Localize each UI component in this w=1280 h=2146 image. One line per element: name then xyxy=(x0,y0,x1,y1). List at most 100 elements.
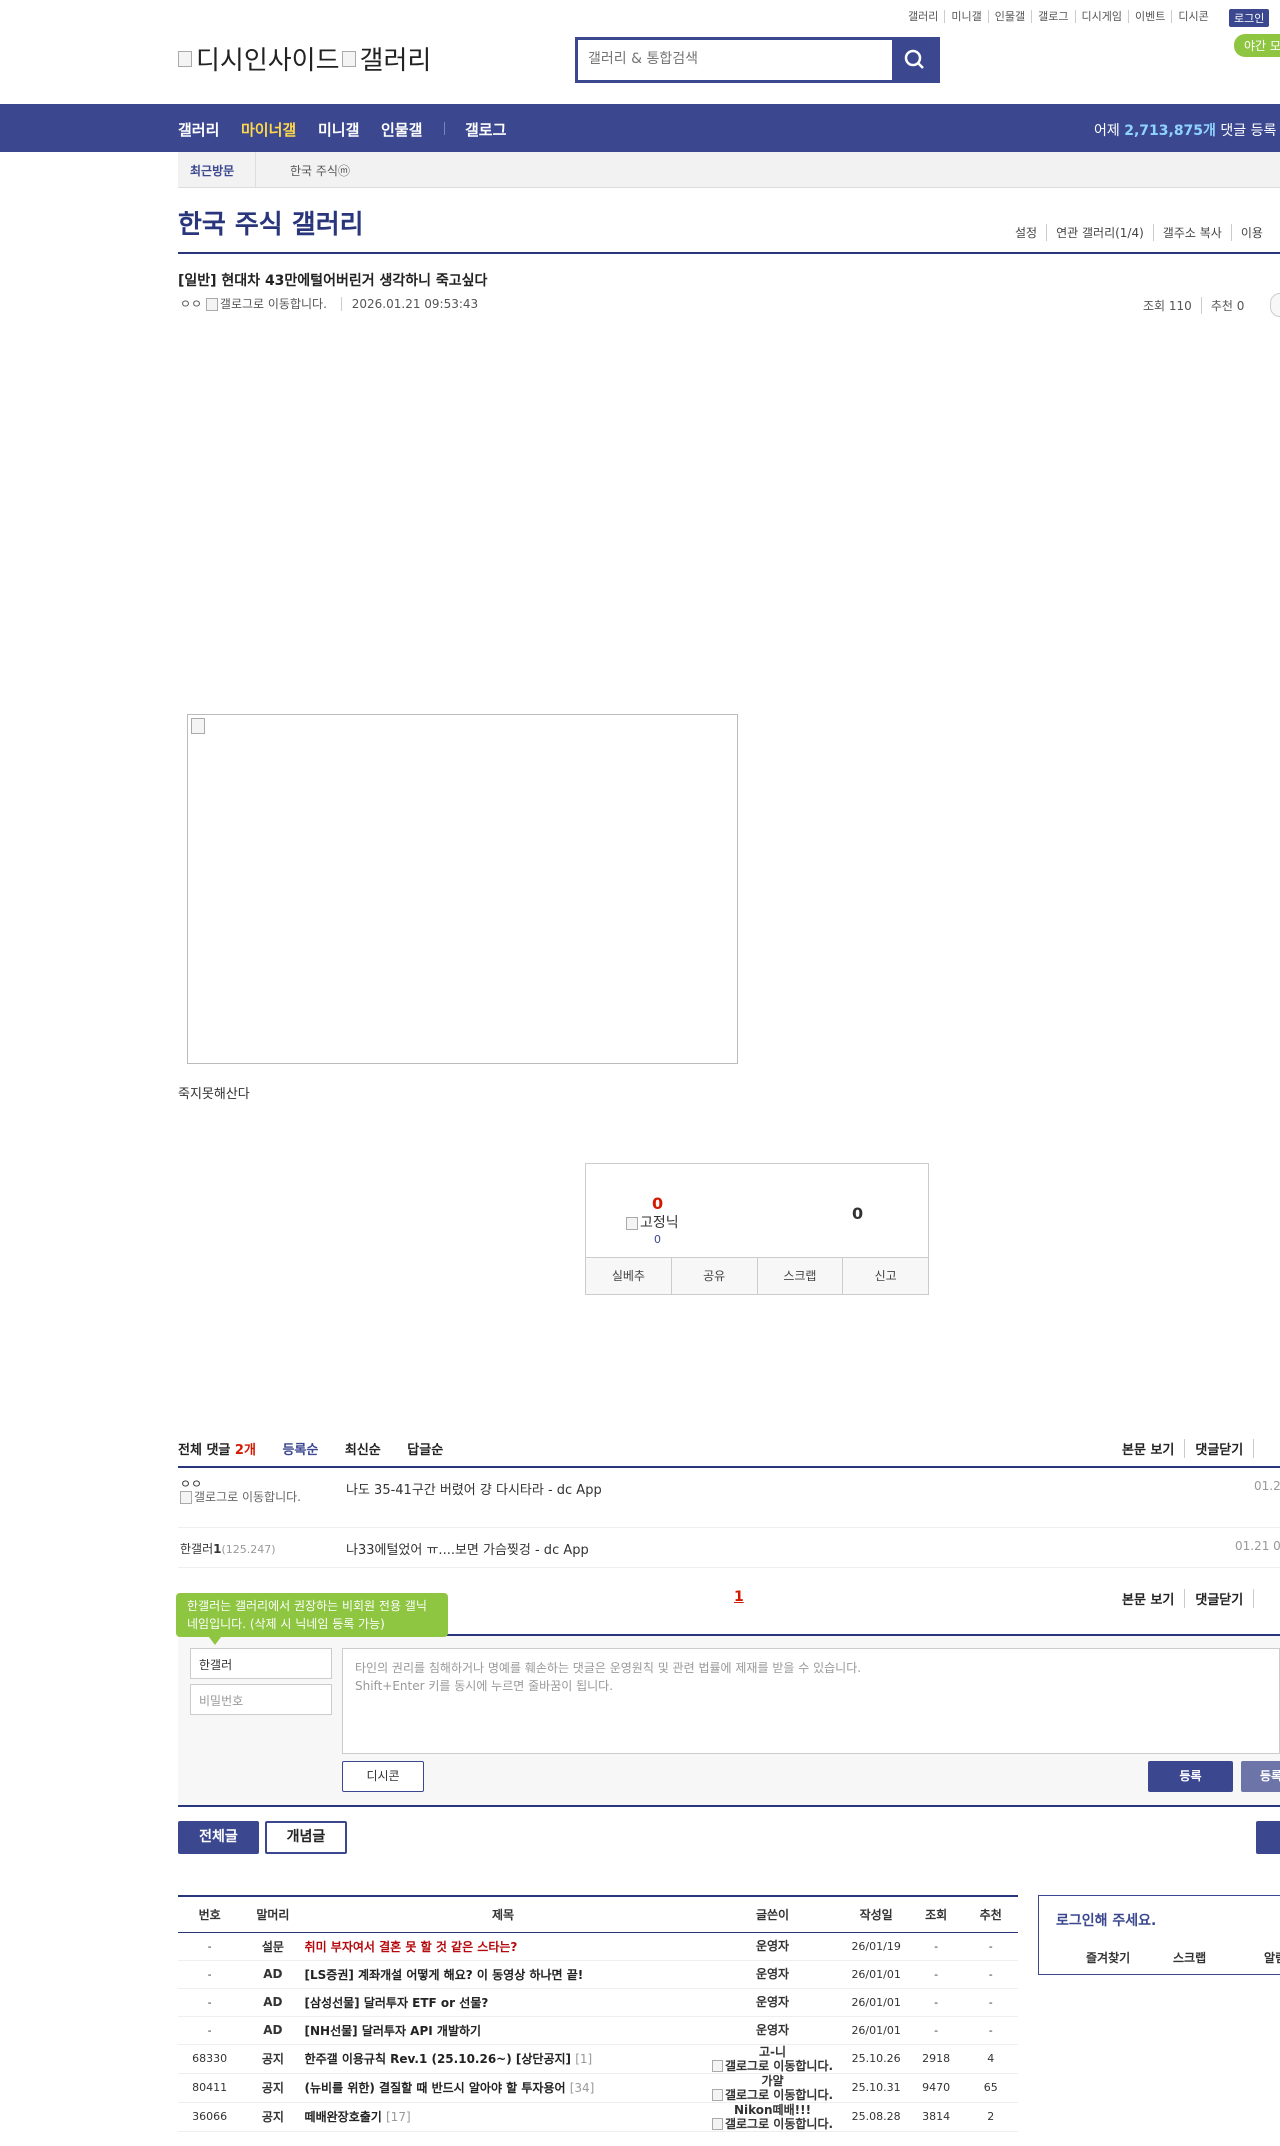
post-author[interactable]: ㅇㅇ xyxy=(180,297,202,311)
writer-gallog-icon[interactable]: 갤로그로 이동합니다. xyxy=(702,2059,844,2072)
gallog-icon[interactable] xyxy=(205,298,218,311)
site-logo[interactable]: 디시인사이드 갤러리 xyxy=(178,40,431,77)
post-subject-text[interactable]: [삼성선물] 달러투자 ETF or 선물? xyxy=(305,1996,489,2010)
nav-gallog[interactable]: 갤로그 xyxy=(465,119,506,140)
best-recommend-button[interactable]: 실베추 xyxy=(586,1258,671,1294)
top-menu-minigal[interactable]: 미니갤 xyxy=(944,10,987,23)
post-writer[interactable]: 가얄 갤로그로 이동합니다. xyxy=(701,2073,844,2103)
favorites-link[interactable]: 즐겨찾기 xyxy=(1086,1949,1130,1966)
table-row[interactable]: - AD [NH선물] 달러투자 API 개발하기 운영자 26/01/01- - xyxy=(178,2016,1018,2045)
gallery-usage[interactable]: 이용 xyxy=(1230,224,1272,241)
recent-gallery-link[interactable]: 한국 주식ⓜ xyxy=(290,162,350,179)
login-button[interactable]: 로그인 xyxy=(1229,9,1270,27)
comment-author[interactable]: ㅇㅇ 갤로그로 이동합니다. xyxy=(180,1478,310,1504)
table-row[interactable]: 80411 공지 (뉴비를 위한) 결질할 때 반드시 알아야 할 투자용어 [34… xyxy=(178,2073,1018,2103)
top-menu-dccon[interactable]: 디시콘 xyxy=(1171,10,1214,23)
comment-author[interactable]: 한갤러1(125.247) xyxy=(180,1540,276,1557)
notifications-link[interactable]: 알림 xyxy=(1264,1949,1280,1966)
sort-registered[interactable]: 등록순 xyxy=(282,1443,318,1458)
all-posts-button[interactable]: 전체글 xyxy=(178,1821,259,1854)
post-writer[interactable]: 운영자 xyxy=(701,2016,844,2045)
share-button[interactable]: 공유 xyxy=(670,1258,757,1294)
post-subject[interactable]: (뉴비를 위한) 결질할 때 반드시 알아야 할 투자용어 [34] xyxy=(304,2073,702,2103)
post-writer[interactable]: Nikon떼배!!! 갤로그로 이동합니다. xyxy=(701,2102,844,2132)
nav-minigal[interactable]: 미니갤 xyxy=(318,119,359,140)
top-menu-gallery[interactable]: 갤러리 xyxy=(902,10,944,23)
concept-posts-button[interactable]: 개념글 xyxy=(265,1821,347,1854)
sort-replies[interactable]: 답글순 xyxy=(407,1443,443,1458)
post-subject-text[interactable]: 한주갤 이용규칙 Rev.1 (25.10.26~) [상단공지] xyxy=(305,2052,572,2066)
comment-page-1[interactable]: 1 xyxy=(734,1589,744,1605)
recommend-count[interactable]: 0 xyxy=(652,1194,663,1213)
writer-name[interactable]: 가얄 xyxy=(702,2074,844,2088)
post-more-button[interactable] xyxy=(1270,293,1280,317)
post-writer[interactable]: 운영자 xyxy=(701,1960,844,1989)
post-subject[interactable]: 취미 부자여서 결혼 못 할 것 같은 스타는? xyxy=(304,1932,702,1961)
related-galleries[interactable]: 연관 갤러리(1/4) xyxy=(1046,224,1153,241)
writer-name[interactable]: Nikon떼배!!! xyxy=(702,2103,844,2117)
scrap-button[interactable]: 스크랩 xyxy=(756,1258,843,1294)
nav-persongal[interactable]: 인물갤 xyxy=(381,119,422,140)
nav-minorgal[interactable]: 마이너갤 xyxy=(241,119,296,140)
search-input[interactable] xyxy=(578,40,878,78)
table-row[interactable]: - AD [LS증권] 계좌개설 어떻게 해요? 이 동영상 하나면 끝! 운영자 26… xyxy=(178,1960,1018,1989)
post-subject[interactable]: [NH선물] 달러투자 API 개발하기 xyxy=(304,2016,702,2045)
post-subject-text[interactable]: 취미 부자여서 결혼 못 할 것 같은 스타는? xyxy=(305,1940,518,1954)
scrap-link[interactable]: 스크랩 xyxy=(1173,1949,1206,1966)
reply-count[interactable]: [17] xyxy=(386,2110,411,2124)
comment-submit-button[interactable]: 등록 xyxy=(1148,1761,1233,1792)
top-menu-event[interactable]: 이벤트 xyxy=(1127,10,1171,23)
write-button[interactable] xyxy=(1256,1821,1280,1854)
post-subject-text[interactable]: [NH선물] 달러투자 API 개발하기 xyxy=(305,2024,482,2038)
post-recommends: 추천 0 xyxy=(1200,297,1254,314)
writer-gallog-icon[interactable]: 갤로그로 이동합니다. xyxy=(702,2088,844,2101)
post-writer[interactable]: 고-니 갤로그로 이동합니다. xyxy=(701,2044,844,2074)
sort-latest[interactable]: 최신순 xyxy=(345,1443,381,1458)
gallery-title[interactable]: 한국 주식 갤러리 xyxy=(178,204,364,241)
post-subject-text[interactable]: [LS증권] 계좌개설 어떻게 해요? 이 동영상 하나면 끝! xyxy=(305,1968,584,1982)
comment-textarea[interactable]: 타인의 권리를 침해하거나 명예를 훼손하는 댓글은 운영원칙 및 관련 법률에… xyxy=(342,1648,1280,1754)
post-writer[interactable]: 운영자 xyxy=(701,1932,844,1961)
gallery-settings[interactable]: 설정 xyxy=(1006,224,1046,241)
nav-gallery[interactable]: 갤러리 xyxy=(178,119,219,140)
post-writer[interactable]: 운영자 xyxy=(701,1988,844,2017)
password-field[interactable]: 비밀번호 xyxy=(190,1684,332,1715)
close-comments-button-bottom[interactable]: 댓글닫기 xyxy=(1184,1589,1253,1608)
fixed-nick-recommend[interactable]: 고정닉 xyxy=(626,1212,679,1232)
post-subject[interactable]: 떼배완장호출기 [17] xyxy=(304,2102,702,2132)
table-row[interactable]: - AD [삼성선물] 달러투자 ETF or 선물? 운영자 26/01/01- - xyxy=(178,1988,1018,2017)
report-button[interactable]: 신고 xyxy=(842,1258,928,1294)
copy-gallery-url[interactable]: 갤주소 복사 xyxy=(1152,224,1231,241)
post-subject[interactable]: 한주갤 이용규칙 Rev.1 (25.10.26~) [상단공지] [1] xyxy=(304,2044,702,2074)
table-row[interactable]: - 설문 취미 부자여서 결혼 못 할 것 같은 스타는? 운영자 26/01/19- - xyxy=(178,1932,1018,1961)
reply-count[interactable]: [34] xyxy=(570,2081,595,2095)
post-subject[interactable]: [LS증권] 계좌개설 어떻게 해요? 이 동영상 하나면 끝! xyxy=(304,1960,702,1989)
view-body-button-bottom[interactable]: 본문 보기 xyxy=(1122,1589,1184,1608)
writer-name[interactable]: 고-니 xyxy=(702,2045,844,2059)
post-subject-text[interactable]: (뉴비를 위한) 결질할 때 반드시 알아야 할 투자용어 xyxy=(305,2081,566,2095)
writer-name[interactable]: 운영자 xyxy=(702,1967,844,1981)
comment-submit-recommend-button[interactable]: 등록 xyxy=(1241,1761,1280,1792)
main-nav: 갤러리 마이너갤 미니갤 인물갤 갤로그 어제 2,713,875개 댓글 등록 xyxy=(0,104,1280,152)
reply-count[interactable]: [1] xyxy=(575,2052,592,2066)
gallog-icon[interactable] xyxy=(180,1491,192,1504)
dccon-button[interactable]: 디시콘 xyxy=(342,1761,424,1792)
writer-gallog-icon[interactable]: 갤로그로 이동합니다. xyxy=(702,2117,844,2130)
writer-name[interactable]: 운영자 xyxy=(702,1995,844,2009)
nickname-field[interactable]: 한갤러 xyxy=(190,1648,332,1679)
night-mode-toggle[interactable]: 야간 모 xyxy=(1234,34,1280,57)
view-body-button[interactable]: 본문 보기 xyxy=(1122,1439,1184,1458)
close-comments-button[interactable]: 댓글닫기 xyxy=(1184,1439,1253,1458)
post-subject-text[interactable]: 떼배완장호출기 xyxy=(305,2110,382,2124)
login-prompt[interactable]: 로그인해 주세요. xyxy=(1056,1910,1156,1930)
table-row[interactable]: 68330 공지 한주갤 이용규칙 Rev.1 (25.10.26~) [상단공지]… xyxy=(178,2044,1018,2074)
search-button[interactable] xyxy=(892,40,937,80)
writer-name[interactable]: 운영자 xyxy=(702,2023,844,2037)
downvote-count[interactable]: 0 xyxy=(852,1204,863,1223)
top-menu-persongal[interactable]: 인물갤 xyxy=(987,10,1031,23)
writer-name[interactable]: 운영자 xyxy=(702,1939,844,1953)
top-menu-dcgame[interactable]: 디시게임 xyxy=(1074,10,1128,23)
table-row[interactable]: 36066 공지 떼배완장호출기 [17] Nikon떼배!!! 갤로그로 이동합니다.… xyxy=(178,2102,1018,2132)
top-menu-gallog[interactable]: 갤로그 xyxy=(1031,10,1074,23)
post-subject[interactable]: [삼성선물] 달러투자 ETF or 선물? xyxy=(304,1988,702,2017)
